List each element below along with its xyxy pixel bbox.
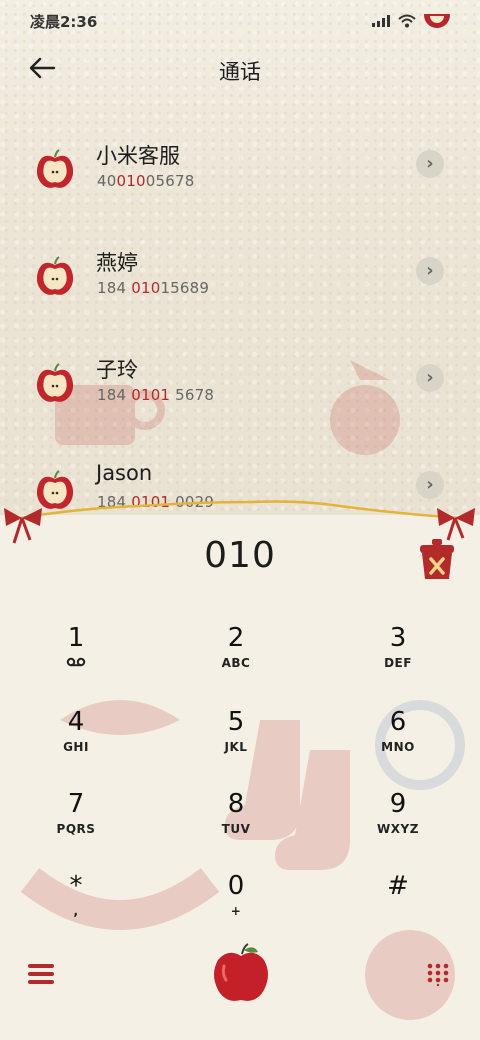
contact-name: 子玲 bbox=[96, 358, 138, 382]
signal-icon bbox=[372, 15, 390, 27]
contact-row[interactable]: 小米客服 4001005678 › bbox=[0, 138, 480, 208]
key-0[interactable]: 0 + bbox=[181, 870, 291, 940]
voicemail-icon bbox=[21, 656, 131, 670]
number-match-highlight: 010 bbox=[116, 172, 146, 190]
key-9[interactable]: 9 WXYZ bbox=[343, 788, 453, 858]
key-letters: MNO bbox=[381, 740, 415, 754]
status-bar: 凌晨2:36 bbox=[30, 10, 450, 32]
key-digit: 1 bbox=[67, 623, 85, 653]
key-letters: WXYZ bbox=[377, 822, 419, 836]
key-6[interactable]: 6 MNO bbox=[343, 706, 453, 776]
backspace-icon[interactable] bbox=[416, 537, 458, 581]
menu-icon[interactable] bbox=[28, 964, 54, 986]
key-digit: 3 bbox=[389, 623, 407, 653]
page-title: 通话 bbox=[219, 60, 261, 84]
key-digit: 7 bbox=[67, 789, 85, 819]
contact-number: 184 01015689 bbox=[97, 279, 209, 297]
number-prefix: 40 bbox=[97, 172, 117, 190]
contact-avatar-apple-icon bbox=[34, 148, 76, 190]
header: 通话 bbox=[0, 48, 480, 92]
key-letters: DEF bbox=[384, 656, 412, 670]
dialpad-icon[interactable] bbox=[426, 962, 450, 986]
contact-name: 燕婷 bbox=[96, 251, 138, 275]
contact-name: 小米客服 bbox=[96, 144, 180, 168]
key-letters: PQRS bbox=[56, 822, 96, 836]
number-prefix: 184 bbox=[97, 386, 132, 404]
contact-number: 184 0101 5678 bbox=[97, 386, 214, 404]
contact-row[interactable]: 子玲 184 0101 5678 › bbox=[0, 352, 480, 422]
contact-name: Jason bbox=[96, 461, 153, 485]
key-digit: 4 bbox=[67, 707, 85, 737]
battery-icon bbox=[424, 14, 450, 28]
key-letters: JKL bbox=[224, 740, 248, 754]
key-5[interactable]: 5 JKL bbox=[181, 706, 291, 776]
number-suffix: 5678 bbox=[170, 386, 215, 404]
key-digit: 8 bbox=[227, 789, 245, 819]
number-match-highlight: 010 bbox=[131, 279, 161, 297]
key-digit: 9 bbox=[389, 789, 407, 819]
key-4[interactable]: 4 GHI bbox=[21, 706, 131, 776]
key-1[interactable]: 1 bbox=[21, 622, 131, 692]
key-letters: , bbox=[73, 904, 79, 918]
status-time: 凌晨2:36 bbox=[30, 12, 98, 31]
key-star[interactable]: *, bbox=[21, 870, 131, 940]
key-digit: 0 bbox=[227, 871, 245, 901]
key-digit: 6 bbox=[389, 707, 407, 737]
key-digit: 5 bbox=[227, 707, 245, 737]
number-match-highlight: 0101 bbox=[131, 386, 171, 404]
key-2[interactable]: 2 ABC bbox=[181, 622, 291, 692]
contact-number: 4001005678 bbox=[97, 172, 194, 190]
key-digit: 2 bbox=[227, 623, 245, 653]
status-icons bbox=[372, 14, 450, 28]
key-digit: * bbox=[69, 871, 83, 901]
wifi-icon bbox=[398, 14, 416, 28]
number-suffix: 05678 bbox=[145, 172, 195, 190]
key-digit: # bbox=[387, 871, 409, 901]
key-letters: TUV bbox=[221, 822, 251, 836]
contact-avatar-apple-icon bbox=[34, 255, 76, 297]
key-letters: + bbox=[230, 904, 242, 918]
contact-row[interactable]: 燕婷 184 01015689 › bbox=[0, 245, 480, 315]
key-hash[interactable]: # bbox=[343, 870, 453, 940]
key-8[interactable]: 8 TUV bbox=[181, 788, 291, 858]
key-letters: GHI bbox=[63, 740, 89, 754]
chevron-right-icon[interactable]: › bbox=[416, 257, 444, 285]
contact-avatar-apple-icon bbox=[34, 362, 76, 404]
chevron-right-icon[interactable]: › bbox=[416, 150, 444, 178]
key-3[interactable]: 3 DEF bbox=[343, 622, 453, 692]
number-suffix: 15689 bbox=[160, 279, 210, 297]
key-letters: ABC bbox=[221, 656, 251, 670]
dial-input-display[interactable]: 010 bbox=[0, 535, 480, 576]
key-7[interactable]: 7 PQRS bbox=[21, 788, 131, 858]
apple-call-icon[interactable] bbox=[208, 940, 274, 1006]
number-prefix: 184 bbox=[97, 279, 132, 297]
chevron-right-icon[interactable]: › bbox=[416, 364, 444, 392]
